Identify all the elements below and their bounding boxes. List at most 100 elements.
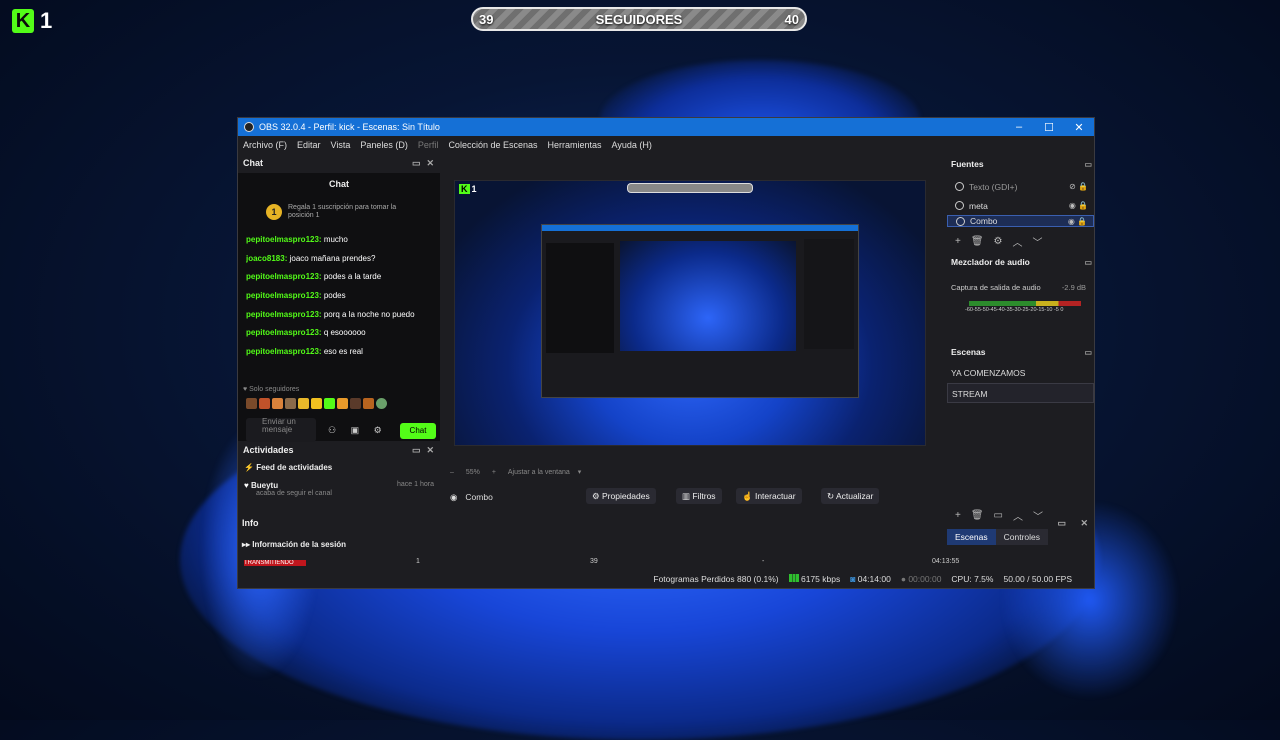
chat-panel: Chat 1 Regala 1 suscripción para tomar l… xyxy=(238,173,440,442)
menu-ayuda[interactable]: Ayuda (H) xyxy=(612,140,652,150)
scene-item[interactable]: YA COMENZAMOS xyxy=(947,363,1094,383)
menu-herramientas[interactable]: Herramientas xyxy=(548,140,602,150)
bitrate: 6175 kbps xyxy=(788,574,840,584)
broadcast-icon: ◙ xyxy=(850,574,856,584)
follow-goal-current: 39 xyxy=(479,11,494,27)
preview-canvas[interactable]: K1 xyxy=(454,180,926,446)
up-icon: ︿ xyxy=(1012,237,1023,249)
emote-icon[interactable] xyxy=(350,398,361,409)
mixer-header: Mezclador de audio ▭ xyxy=(951,257,1092,267)
interact-button[interactable]: ☝ Interactuar xyxy=(736,488,802,504)
emote-icon[interactable] xyxy=(298,398,309,409)
emote-icon[interactable] xyxy=(363,398,374,409)
follower-goal-bar: 39 SEGUIDORES 40 xyxy=(471,7,807,31)
fit-window-select[interactable]: Ajustar a la ventana xyxy=(508,469,570,476)
activity-dock: Actividades ▭✕ ⚡ Feed de actividades ♥ B… xyxy=(238,443,440,513)
source-icon: ◉ xyxy=(450,491,458,502)
chat-message: pepitoelmaspro123: mucho xyxy=(246,235,348,244)
crown-icon: 1 xyxy=(266,204,282,220)
preview-nested-capture xyxy=(541,224,859,398)
audio-mixer: Captura de salida de audio -2.9 dB -60-5… xyxy=(947,269,1094,321)
info-col2: 39 xyxy=(590,558,598,565)
zoom-level: 55% xyxy=(465,469,480,476)
signal-icon xyxy=(788,574,799,582)
chat-tools[interactable]: ⚇ ▣ ⚙ xyxy=(328,425,388,436)
follow-goal-label: SEGUIDORES xyxy=(595,11,683,27)
chat-message: joaco8183: joaco mañana prendes? xyxy=(246,253,376,263)
dropped-frames: Fotogramas Perdidos 880 (0.1%) xyxy=(653,574,779,584)
chat-panel-title: Chat xyxy=(329,179,349,189)
add-icon: + xyxy=(955,235,961,247)
activity-dock-title: Actividades xyxy=(243,445,294,455)
preview-follow-bar xyxy=(627,183,753,193)
mixer-level: -2.9 dB xyxy=(1061,283,1086,292)
menu-coleccion[interactable]: Colección de Escenas xyxy=(448,140,537,150)
live-badge: TRANSMITIENDO xyxy=(244,560,306,566)
window-title: OBS 32.0.4 - Perfil: kick - Escenas: Sin… xyxy=(259,122,440,132)
menu-vista[interactable]: Vista xyxy=(331,140,351,150)
kick-icon: K xyxy=(12,9,34,33)
status-bar: Fotogramas Perdidos 880 (0.1%) 6175 kbps… xyxy=(238,570,1094,588)
zoom-in-icon[interactable]: + xyxy=(492,469,496,476)
refresh-button[interactable]: ↻ Actualizar xyxy=(821,488,880,504)
gear-icon: ⚙ xyxy=(993,235,1003,247)
menu-editar[interactable]: Editar xyxy=(297,140,321,150)
emote-row[interactable] xyxy=(246,398,387,409)
cpu-usage: CPU: 7.5% xyxy=(951,574,994,584)
emote-icon[interactable] xyxy=(246,398,257,409)
dock-controls[interactable]: ▭✕ xyxy=(412,158,440,169)
emote-icon[interactable] xyxy=(259,398,270,409)
chat-message: pepitoelmaspro123: porq a la noche no pu… xyxy=(246,309,415,319)
chevron-down-icon[interactable]: ▾ xyxy=(578,469,582,476)
kick-logo: K 1 xyxy=(12,8,52,34)
sources-toolbar[interactable]: + 🗑 ⚙ ︿ ﹀ xyxy=(947,233,1094,249)
emote-icon[interactable] xyxy=(376,398,387,409)
chat-message: pepitoelmaspro123: podes a la tarde xyxy=(246,272,382,282)
filters-button[interactable]: ▥ Filtros xyxy=(676,488,722,504)
minimize-button[interactable]: – xyxy=(1004,121,1034,134)
menu-archivo[interactable]: Archivo (F) xyxy=(243,140,287,150)
menu-paneles[interactable]: Paneles (D) xyxy=(360,140,408,150)
activity-item: ♥ Bueytu hace 1 hora acaba de seguir el … xyxy=(244,481,434,497)
chat-dock: Chat ▭✕ Chat 1 Regala 1 suscripción para… xyxy=(238,155,440,445)
dock-controls[interactable]: ▭✕ xyxy=(412,445,440,456)
info-col3: - xyxy=(762,558,765,565)
source-item-selected[interactable]: Combo ◉ 🔒 xyxy=(947,215,1094,227)
maximize-button[interactable]: ☐ xyxy=(1034,121,1064,134)
activity-feed-label: ⚡ Feed de actividades xyxy=(244,463,333,472)
rec-time: ● 00:00:00 xyxy=(900,574,942,584)
promo-text: Regala 1 suscripción para tomar la posic… xyxy=(288,204,397,219)
emote-icon[interactable] xyxy=(272,398,283,409)
close-button[interactable]: ✕ xyxy=(1064,121,1094,134)
dock-controls[interactable]: ▭ ✕ xyxy=(1057,518,1094,529)
obs-app-icon xyxy=(244,122,254,132)
sub-gift-promo[interactable]: 1 Regala 1 suscripción para tomar la pos… xyxy=(238,193,440,231)
chat-send-button[interactable]: Chat xyxy=(400,423,436,439)
source-item[interactable]: Texto (GDI+) ⊘ 🔒 xyxy=(947,177,1094,196)
emote-icon[interactable] xyxy=(311,398,322,409)
sources-header: Fuentes ▭ xyxy=(951,159,1092,169)
session-info-label: ▸▸ Información de la sesión xyxy=(242,540,347,549)
scene-item-selected[interactable]: STREAM xyxy=(947,383,1094,403)
chat-dock-title: Chat xyxy=(243,158,263,168)
emote-icon[interactable] xyxy=(324,398,335,409)
meter-scale: -60-55-50-45-40-35-30-25-20-15-10 -5 0 xyxy=(965,307,1064,313)
emote-icon[interactable] xyxy=(285,398,296,409)
down-icon: ﹀ xyxy=(1032,237,1043,249)
properties-button[interactable]: ⚙ Propiedades xyxy=(586,488,656,504)
source-item[interactable]: meta ◉ 🔒 xyxy=(947,196,1094,215)
chat-input[interactable]: Enviar un mensaje xyxy=(246,418,316,442)
record-icon: ● xyxy=(900,574,906,584)
menu-perfil[interactable]: Perfil xyxy=(418,140,439,150)
chat-message: pepitoelmaspro123: eso es real xyxy=(246,347,363,357)
title-bar[interactable]: OBS 32.0.4 - Perfil: kick - Escenas: Sin… xyxy=(238,118,1094,136)
chat-messages: pepitoelmaspro123: mucho joaco8183: joac… xyxy=(246,235,436,366)
info-dock: Info ▭ ✕ ▸▸ Información de la sesión TRA… xyxy=(238,516,1094,572)
followers-only-notice: ♥ Solo seguidores xyxy=(243,386,300,393)
menu-bar: Archivo (F) Editar Vista Paneles (D) Per… xyxy=(238,136,1094,153)
right-docks: Fuentes ▭ Texto (GDI+) ⊘ 🔒 meta ◉ 🔒 Combo ◉ … xyxy=(947,155,1094,545)
kick-count: 1 xyxy=(40,8,53,33)
emote-icon[interactable] xyxy=(337,398,348,409)
source-icon xyxy=(956,216,965,226)
obs-window: OBS 32.0.4 - Perfil: kick - Escenas: Sin… xyxy=(237,117,1095,589)
